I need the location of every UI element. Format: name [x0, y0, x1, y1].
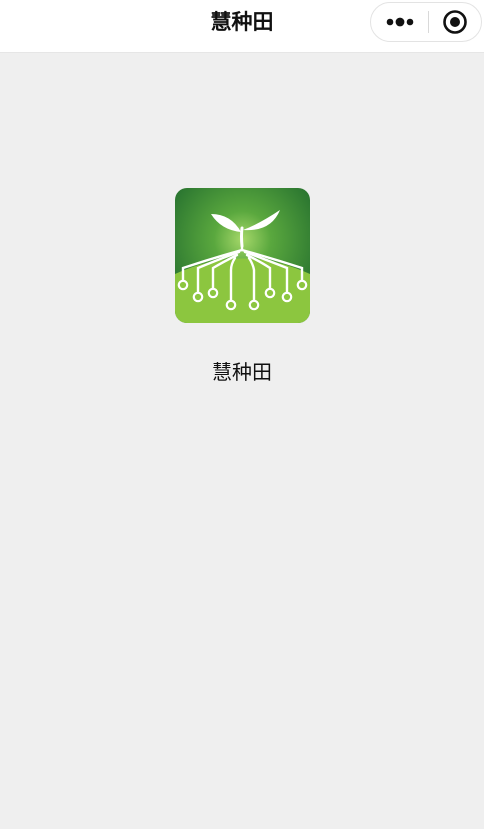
more-button[interactable] — [371, 3, 428, 41]
navigation-bar: 慧种田 — [0, 0, 484, 53]
app-logo — [175, 188, 310, 323]
mini-program-capsule — [370, 2, 482, 42]
sprout-circuit-logo-icon — [175, 188, 310, 323]
close-button[interactable] — [429, 3, 481, 41]
app-name: 慧种田 — [212, 360, 272, 384]
more-dots-icon — [386, 17, 413, 27]
target-close-icon — [443, 10, 467, 34]
